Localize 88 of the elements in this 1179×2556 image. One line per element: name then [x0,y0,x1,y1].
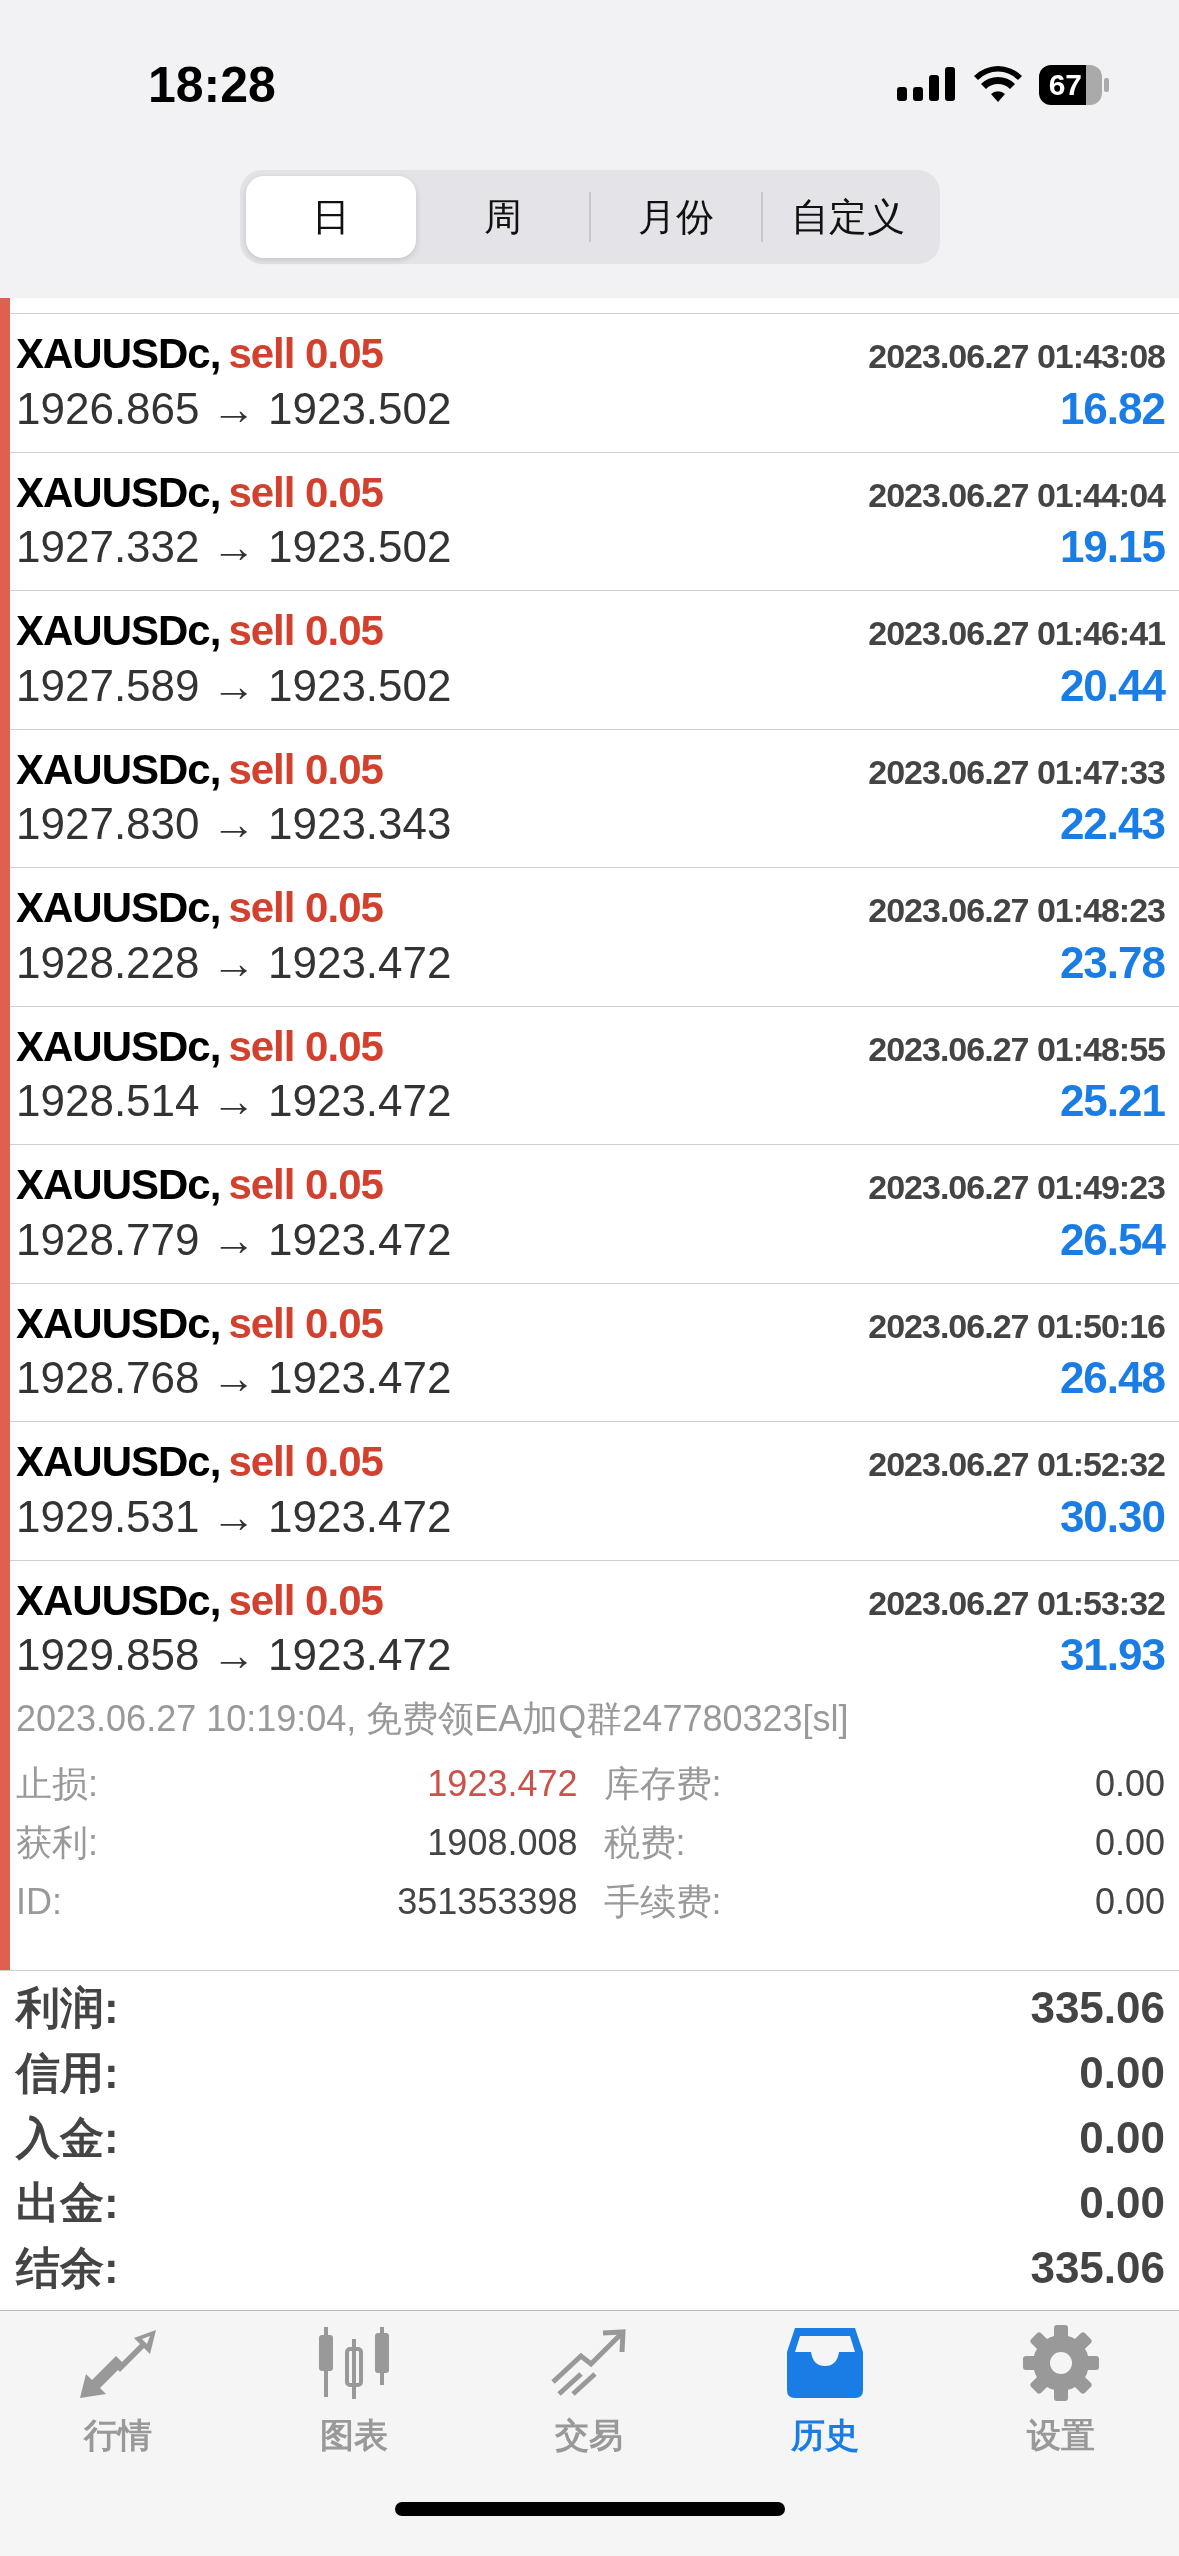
price-range: 1929.858 → 1923.472 [16,1629,452,1681]
order-label: sell 0.05 [228,883,383,933]
order-label: sell 0.05 [228,1021,383,1072]
tab-bar-item[interactable]: 行情 [27,2323,208,2462]
summary-value: 335.06 [1030,2242,1165,2294]
profit-value: 20.44 [1059,659,1165,712]
deal-time: 2023.06.27 01:48:23 [868,890,1165,931]
summary-value: 0.00 [1079,2112,1165,2164]
summary-value: 0.00 [1079,2177,1165,2229]
summary-label: 利润: [16,1982,119,2034]
price-range: 1928.779 → 1923.472 [16,1213,452,1266]
trend-arrow-icon [551,2328,628,2398]
price-range: 1927.830 → 1923.343 [16,798,452,850]
symbol-label: XAUUSDc, [16,1160,221,1210]
order-label: sell 0.05 [228,329,383,379]
inbox-tray-icon [787,2328,864,2398]
tab-bar-item[interactable]: 历史 [735,2323,916,2462]
symbol-label: XAUUSDc, [16,329,221,379]
field-value: 351353398 [397,1880,578,1924]
order-label: sell 0.05 [228,1437,383,1487]
profit-value: 31.93 [1059,1629,1165,1681]
field-label: 库存费: [603,1762,722,1806]
wifi-icon [972,66,1023,104]
summary-label: 信用: [16,2047,119,2099]
order-label: sell 0.05 [228,467,383,518]
profit-value: 30.30 [1059,1490,1165,1543]
field-value: 1908.008 [427,1821,578,1865]
summary-value: 0.00 [1079,2047,1165,2099]
order-label: sell 0.05 [228,1575,383,1626]
deal-time: 2023.06.27 01:47:33 [868,751,1165,793]
summary-value: 335.06 [1030,1982,1165,2034]
profit-value: 23.78 [1059,936,1165,989]
profit-value: 25.21 [1059,1075,1165,1127]
profit-value: 19.15 [1059,521,1165,573]
price-range: 1929.531 → 1923.472 [16,1490,452,1543]
field-label: 手续费: [603,1880,722,1924]
order-label: sell 0.05 [228,1160,383,1210]
symbol-label: XAUUSDc, [16,606,221,656]
summary-label: 入金: [16,2112,119,2164]
symbol-label: XAUUSDc, [16,1575,221,1626]
field-value: 0.00 [1094,1762,1165,1806]
symbol-label: XAUUSDc, [16,1298,221,1349]
summary-label: 结余: [16,2242,119,2294]
period-tab[interactable]: 日 [245,176,416,258]
order-label: sell 0.05 [228,744,383,795]
symbol-label: XAUUSDc, [16,744,221,795]
tab-bar-item[interactable]: 交易 [499,2323,680,2462]
field-value: 1923.472 [427,1762,578,1806]
deal-time: 2023.06.27 01:53:32 [868,1582,1165,1624]
price-range: 1928.514 → 1923.472 [16,1075,452,1127]
field-value: 0.00 [1094,1880,1165,1924]
order-label: sell 0.05 [228,606,383,656]
deal-comment: 2023.06.27 10:19:04, 免费领EA加Q群247780323[sl] [16,1697,850,1741]
clock-time: 18:28 [148,55,276,115]
price-range: 1928.228 → 1923.472 [16,936,452,989]
symbol-label: XAUUSDc, [16,1021,221,1072]
deal-time: 2023.06.27 01:46:41 [868,613,1165,654]
tab-bar-item[interactable]: 图表 [263,2323,444,2462]
deal-time: 2023.06.27 01:43:08 [868,336,1165,377]
deal-time: 2023.06.27 01:44:04 [868,474,1165,516]
summary-label: 出金: [16,2177,119,2229]
field-label: 获利: [16,1821,98,1865]
period-tab[interactable]: 月份 [590,176,761,258]
profit-value: 16.82 [1059,382,1165,435]
order-label: sell 0.05 [228,1298,383,1349]
deal-time: 2023.06.27 01:52:32 [868,1444,1165,1485]
profit-value: 26.48 [1059,1352,1165,1404]
gear-icon [1023,2325,1100,2401]
symbol-label: XAUUSDc, [16,883,221,933]
price-range: 1928.768 → 1923.472 [16,1352,452,1404]
field-value: 0.00 [1094,1821,1165,1865]
symbol-label: XAUUSDc, [16,1437,221,1487]
field-label: 止损: [16,1762,98,1806]
deal-time: 2023.06.27 01:49:23 [868,1167,1165,1208]
period-tab[interactable]: 周 [418,176,589,258]
field-label: 税费: [603,1821,686,1865]
deal-time: 2023.06.27 01:50:16 [868,1305,1165,1347]
deal-time: 2023.06.27 01:48:55 [868,1028,1165,1070]
profit-value: 26.54 [1059,1213,1165,1266]
double-arrow-icon [79,2328,156,2398]
price-range: 1927.332 → 1923.502 [16,521,452,573]
period-tab[interactable]: 自定义 [763,176,934,258]
symbol-label: XAUUSDc, [16,467,221,518]
tab-bar-item[interactable]: 设置 [971,2323,1152,2462]
price-range: 1926.865 → 1923.502 [16,382,452,435]
field-label: ID: [16,1880,62,1924]
profit-value: 22.43 [1059,798,1165,850]
price-range: 1927.589 → 1923.502 [16,659,452,712]
